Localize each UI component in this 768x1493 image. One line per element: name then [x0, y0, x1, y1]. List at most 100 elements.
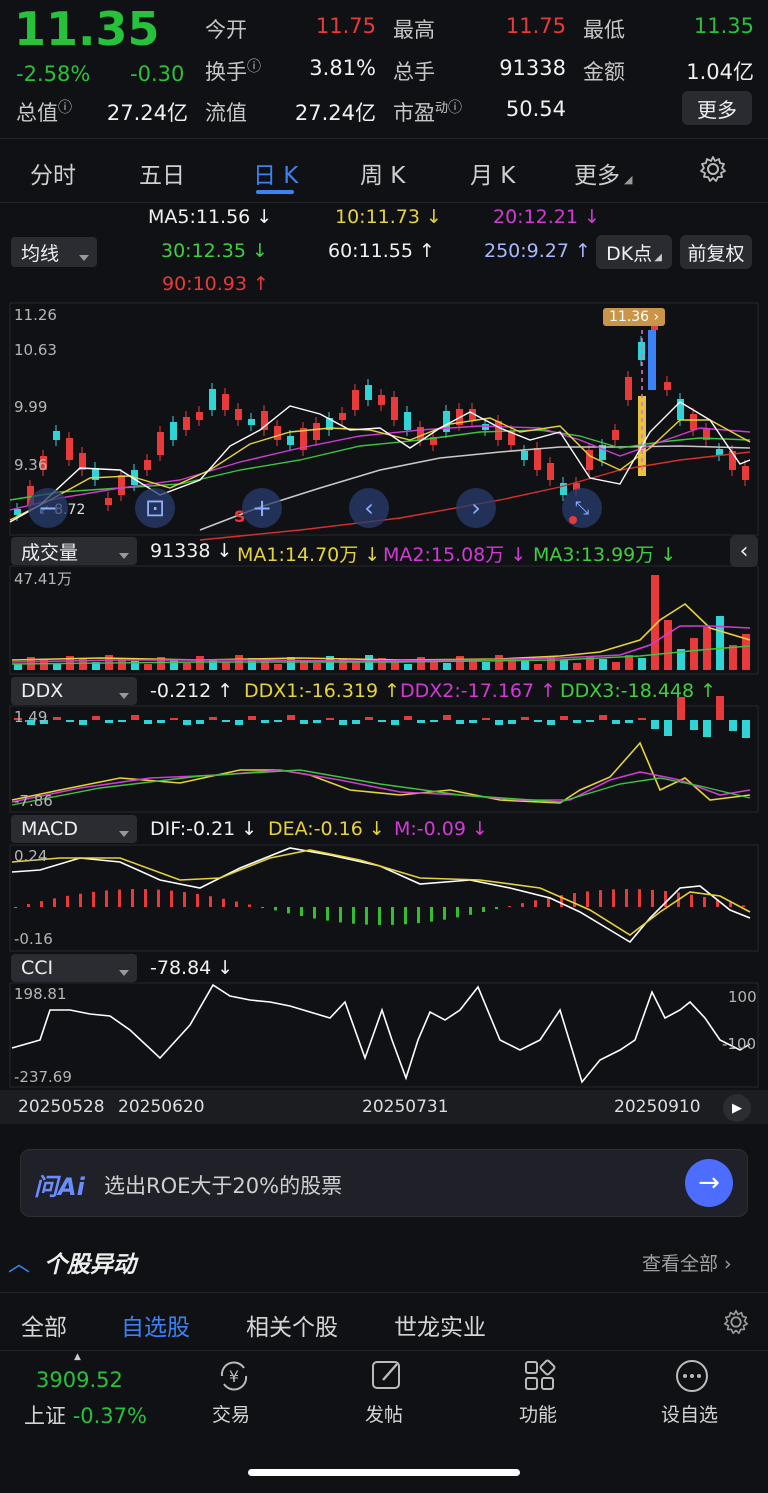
zoom-out-button[interactable]: −: [28, 488, 68, 528]
cci-selector[interactable]: CCI: [11, 954, 137, 982]
macd-bar: [391, 907, 394, 925]
candle-body: [690, 414, 697, 430]
ddx-bar: [599, 715, 607, 720]
ai-submit-arrow-icon[interactable]: →: [685, 1159, 733, 1207]
ddx-bar: [313, 720, 321, 723]
volume-bar: [144, 664, 152, 670]
info-icon[interactable]: ⓘ: [247, 59, 261, 75]
view-all-link[interactable]: 查看全部 ›: [642, 1249, 732, 1276]
cci-ytick: -237.69: [14, 1068, 72, 1086]
yuan-exchange-icon[interactable]: ¥: [214, 1356, 254, 1396]
macd-selector[interactable]: MACD: [11, 815, 137, 843]
info-icon[interactable]: ⓘ: [448, 100, 462, 116]
volume-bar: [573, 663, 581, 670]
volume-ma1: MA1:14.70万 ↓: [237, 544, 381, 566]
volume-current: 91338 ↓: [150, 540, 233, 562]
macd-bar: [326, 907, 329, 921]
macd-bar: [196, 893, 199, 907]
edit-icon[interactable]: [367, 1356, 407, 1396]
candle-body: [365, 385, 372, 400]
volume-bar: [170, 660, 178, 670]
low-label: 最低: [583, 18, 625, 42]
index-summary[interactable]: 上证 -0.37%: [24, 1400, 147, 1430]
macd-bar: [170, 890, 173, 907]
zoom-in-button[interactable]: +: [242, 488, 282, 528]
candle-body: [196, 412, 203, 420]
candle-body: [209, 389, 216, 410]
ai-prompt[interactable]: 选出ROE大于20%的股票: [104, 1170, 342, 1200]
macd-bar: [183, 892, 186, 907]
divider: [0, 1350, 768, 1351]
date-label: 20250620: [118, 1097, 205, 1117]
ddx-bar: [638, 718, 646, 720]
ma10-label: 10:11.73 ↓: [335, 206, 442, 228]
scroll-left-button[interactable]: ‹: [349, 488, 389, 528]
volume-bar: [690, 638, 698, 670]
tab-intraday[interactable]: 分时: [30, 156, 76, 190]
play-icon[interactable]: ▶: [723, 1094, 751, 1122]
pe-value: 50.54: [505, 97, 566, 121]
grid-icon[interactable]: [520, 1356, 560, 1396]
candle-body: [157, 432, 164, 455]
macd-bar: [313, 907, 316, 919]
tab-daily-k[interactable]: 日 K: [253, 156, 298, 190]
candle-body: [287, 436, 294, 445]
tab-active-indicator: [256, 190, 294, 194]
nav-trade[interactable]: 交易: [212, 1400, 250, 1427]
high-price-marker: 11.36 ›: [603, 308, 666, 326]
kline-ytick: 9.99: [14, 398, 48, 416]
more-dots-icon[interactable]: [672, 1356, 712, 1396]
ddx-bar: [105, 720, 113, 723]
ddx-bar: [235, 720, 243, 725]
nav-post[interactable]: 发帖: [365, 1400, 403, 1427]
candle-body: [248, 419, 255, 425]
macd-bar: [157, 889, 160, 907]
home-indicator[interactable]: [248, 1469, 520, 1476]
macd-bar: [443, 907, 446, 920]
dk-point-button[interactable]: DK点 ◢: [596, 235, 672, 269]
ddx2-line: [11, 769, 751, 803]
tab-watchlist[interactable]: 自选股: [121, 1308, 190, 1342]
cci-frame: [9, 982, 759, 1088]
candle-body: [183, 417, 190, 430]
nav-add-watchlist[interactable]: 设自选: [661, 1400, 718, 1427]
ma-selector[interactable]: 均线: [11, 237, 97, 267]
collapse-panel-button[interactable]: ‹: [730, 535, 758, 567]
tab-monthly-k[interactable]: 月 K: [470, 156, 515, 190]
ddx-selector[interactable]: DDX: [11, 677, 137, 705]
macd-bar: [66, 895, 69, 907]
ddx-bar: [378, 720, 386, 722]
expand-chart-button[interactable]: ⤡: [562, 488, 602, 528]
tab-related-stocks[interactable]: 相关个股: [246, 1308, 338, 1342]
candle-body: [313, 423, 320, 440]
tab-weekly-k[interactable]: 周 K: [360, 156, 405, 190]
volume-bar: [183, 663, 191, 670]
nav-functions[interactable]: 功能: [519, 1400, 557, 1427]
ddx-current: -0.212 ↑: [150, 680, 234, 702]
macd-dif: DIF:-0.21 ↓: [150, 818, 258, 840]
macd-bar: [79, 893, 82, 907]
volume-bar: [196, 656, 204, 670]
ddx-bar: [729, 720, 737, 731]
adjust-button[interactable]: 前复权: [680, 235, 752, 269]
index-value[interactable]: 3909.52: [36, 1368, 123, 1392]
tab-more[interactable]: 更多 ◢: [574, 156, 632, 190]
more-button[interactable]: 更多: [682, 91, 752, 125]
chevron-up-icon[interactable]: ︿: [8, 1246, 30, 1278]
cci-ytick: 198.81: [14, 985, 67, 1003]
tab-company[interactable]: 世龙实业: [394, 1308, 486, 1342]
scroll-right-button[interactable]: ›: [456, 488, 496, 528]
volume-selector[interactable]: 成交量: [11, 537, 137, 565]
macd-bar: [625, 889, 628, 907]
macd-bar: [495, 907, 498, 910]
macd-bar: [638, 889, 641, 907]
ddx-bar: [716, 696, 724, 720]
chart-mode-button[interactable]: ⊡: [135, 488, 175, 528]
pe-label: 市盈动ⓘ: [393, 100, 463, 125]
settings-gear-icon[interactable]: [722, 1308, 750, 1336]
tab-all[interactable]: 全部: [21, 1308, 67, 1342]
tab-five-day[interactable]: 五日: [139, 156, 185, 190]
info-icon[interactable]: ⓘ: [58, 100, 72, 116]
ma60-label: 60:11.55 ↑: [328, 240, 435, 262]
settings-gear-icon[interactable]: [698, 154, 728, 184]
